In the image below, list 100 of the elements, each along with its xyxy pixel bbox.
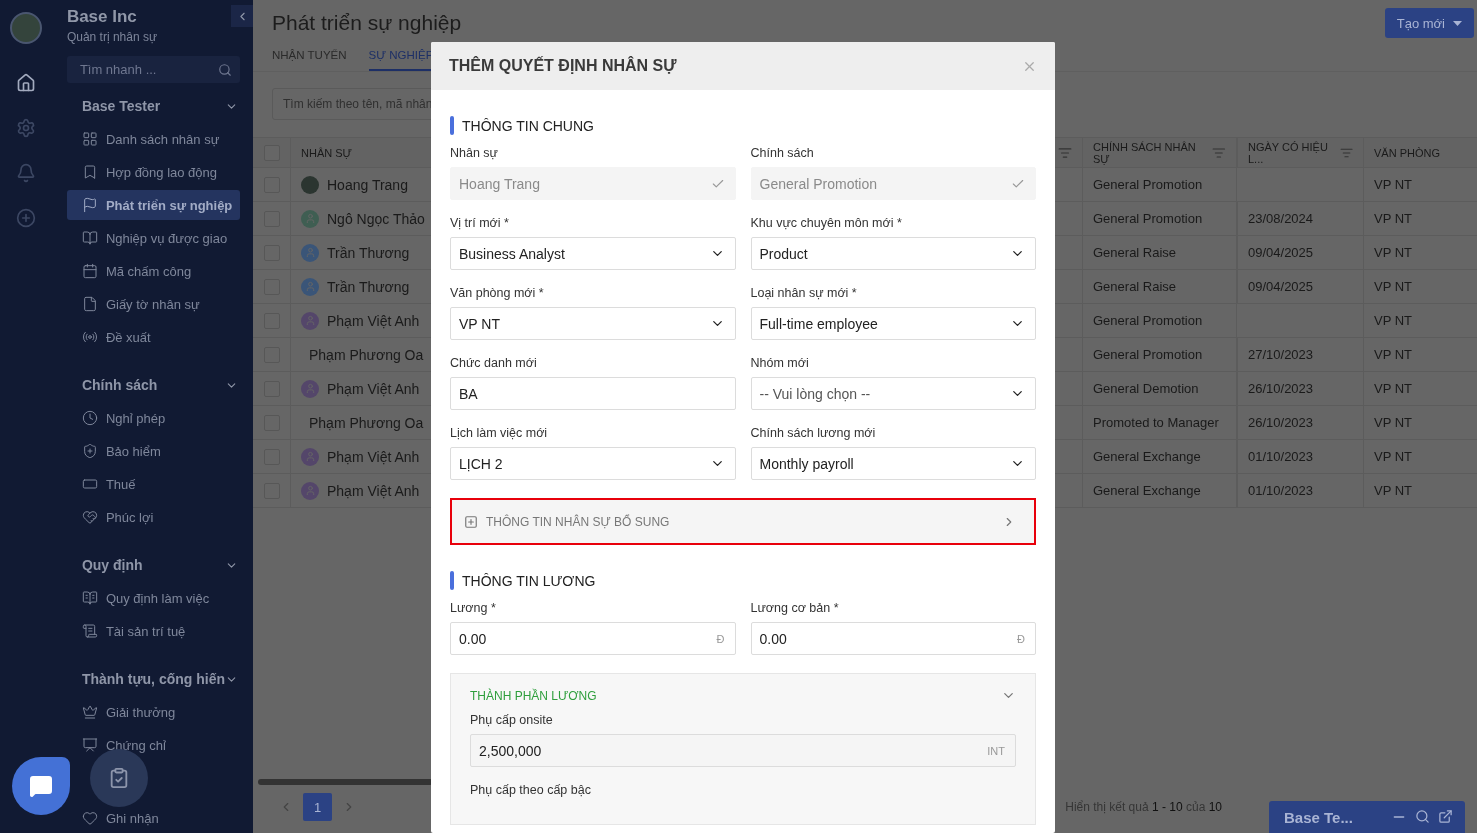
search-field[interactable]: Tìm nhanh ... <box>66 56 240 83</box>
table-cell: VP NT <box>1363 236 1477 269</box>
book-icon <box>81 230 98 246</box>
column-header: CHÍNH SÁCH NHÂN SỰ <box>1082 138 1237 167</box>
nav-group-header[interactable]: Thành tựu, cống hiến <box>66 664 240 694</box>
book-icon <box>81 590 98 606</box>
page-title: Phát triển sự nghiệp <box>272 11 462 35</box>
amount-field[interactable]: 0.00 Đ <box>750 622 1036 655</box>
readonly-field: General Promotion <box>750 167 1036 200</box>
create-button[interactable]: Tạo mới <box>1384 8 1474 38</box>
clipboard-check-icon <box>108 767 130 789</box>
nav-item[interactable]: Giải thưởng <box>66 697 240 727</box>
section-bar <box>450 571 454 590</box>
document-icon <box>81 623 98 639</box>
nav-item[interactable]: Hợp đồng lao động <box>66 157 240 187</box>
table-cell: VP NT <box>1363 474 1477 507</box>
nav-item[interactable]: Nghỉ phép <box>66 403 240 433</box>
select-field[interactable]: Product <box>750 237 1036 270</box>
nav-item[interactable]: Ghi nhận <box>66 803 240 833</box>
company-name: Base Inc <box>66 7 138 27</box>
table-cell: General Promotion <box>1082 168 1237 201</box>
nav-item[interactable]: Đề xuất <box>66 322 240 352</box>
collapse-button[interactable] <box>231 5 253 27</box>
section-bar <box>450 116 454 135</box>
plus-square-icon <box>464 514 478 529</box>
nav-group-header[interactable]: Base Tester <box>66 91 240 121</box>
external-link-icon[interactable] <box>1438 809 1453 824</box>
field-label: Nhân sự <box>450 146 499 160</box>
table-cell: General Promotion <box>1082 304 1237 337</box>
employee-name: Trần Thương <box>327 278 410 295</box>
heart-icon <box>81 810 98 826</box>
add-button[interactable] <box>15 208 36 228</box>
nav-item[interactable]: Nghiệp vụ được giao <box>66 223 240 253</box>
nav-item[interactable]: Mã chấm công <box>66 256 240 286</box>
user-avatar[interactable] <box>9 12 42 44</box>
select-field[interactable]: Monthly payroll <box>750 447 1036 480</box>
panel-toggle[interactable]: THÀNH PHẦN LƯƠNG <box>470 688 1016 713</box>
scrollbar[interactable] <box>258 779 433 785</box>
field-label: Khu vực chuyên môn mới * <box>750 216 903 230</box>
chat-dock-title: Base Te... <box>1284 809 1353 826</box>
nav-item[interactable]: Quy định làm việc <box>66 583 240 613</box>
nav-item[interactable]: Tài sản trí tuệ <box>66 616 240 646</box>
nav-item[interactable]: Thuế <box>66 469 240 499</box>
field-label: Chính sách lương mới <box>750 426 877 440</box>
broadcast-icon <box>81 329 98 345</box>
select-field[interactable]: Full-time employee <box>750 307 1036 340</box>
field-label: Phụ cấp theo cấp bậc <box>470 783 592 797</box>
employee-name: Phạm Phương Oa <box>309 414 424 431</box>
nav-item[interactable]: Phát triển sự nghiệp <box>66 190 240 220</box>
employee-name: Ngô Ngọc Thảo <box>327 210 425 227</box>
nav-item[interactable]: Bảo hiểm <box>66 436 240 466</box>
table-cell: 01/10/2023 <box>1237 440 1363 473</box>
table-cell: General Exchange <box>1082 440 1237 473</box>
collapsible-section[interactable]: THÔNG TIN NHÂN SỰ BỔ SUNG <box>450 498 1036 545</box>
filter-icon[interactable] <box>1212 145 1226 160</box>
amount-field[interactable]: 2,500,000 INT <box>470 734 1016 767</box>
nav-item[interactable]: Giấy tờ nhân sự <box>66 289 240 319</box>
modal-title: THÊM QUYẾT ĐỊNH NHÂN SỰ <box>449 57 677 75</box>
table-cell: VP NT <box>1363 440 1477 473</box>
section-title: THÔNG TIN CHUNG <box>462 117 594 134</box>
input-field[interactable]: BA <box>450 377 736 410</box>
table-cell: 23/08/2024 <box>1237 202 1363 235</box>
select-field[interactable]: VP NT <box>450 307 736 340</box>
table-cell: General Demotion <box>1082 372 1237 405</box>
nav-group-header[interactable]: Chính sách <box>66 370 240 400</box>
page-button[interactable]: 1 <box>303 793 332 821</box>
select-field[interactable]: Business Analyst <box>450 237 736 270</box>
select-field[interactable]: -- Vui lòng chọn -- <box>750 377 1036 410</box>
nav-group-header[interactable]: Quy định <box>66 550 240 580</box>
table-cell: 26/10/2023 <box>1237 406 1363 439</box>
employee-name: Phạm Việt Anh <box>327 380 420 397</box>
document-icon <box>81 296 98 312</box>
table-cell: Promoted to Manager <box>1082 406 1237 439</box>
home-button[interactable] <box>15 73 36 93</box>
table-cell: 09/04/2025 <box>1237 270 1363 303</box>
search-icon[interactable] <box>1415 809 1430 824</box>
search-icon <box>218 62 232 77</box>
field-label: Lương cơ bản * <box>750 601 840 615</box>
settings-button[interactable] <box>15 118 36 138</box>
clock-icon <box>81 410 98 426</box>
frame-icon <box>81 476 98 492</box>
collapsible-title: THÔNG TIN NHÂN SỰ BỔ SUNG <box>486 514 670 529</box>
table-cell: VP NT <box>1363 202 1477 235</box>
table-cell: VP NT <box>1363 270 1477 303</box>
tab[interactable]: NHẬN TUYỂN <box>272 44 347 71</box>
grid-icon <box>81 131 98 147</box>
nav-item[interactable]: Danh sách nhân sự <box>66 124 240 154</box>
filter-icon[interactable] <box>1058 145 1072 160</box>
nav-item[interactable]: Chứng chỉ <box>66 730 240 760</box>
table-cell: 01/10/2023 <box>1237 474 1363 507</box>
table-cell: 26/10/2023 <box>1237 372 1363 405</box>
field-label: Loại nhân sự mới * <box>750 286 858 300</box>
table-cell: VP NT <box>1363 304 1477 337</box>
field-label: Lịch làm việc mới <box>450 426 549 440</box>
select-field[interactable]: LỊCH 2 <box>450 447 736 480</box>
bell-button[interactable] <box>15 163 36 183</box>
table-cell: 09/04/2025 <box>1237 236 1363 269</box>
nav-item[interactable]: Phúc lợi <box>66 502 240 532</box>
amount-field[interactable]: 0.00 Đ <box>450 622 736 655</box>
flag-icon <box>81 197 98 213</box>
